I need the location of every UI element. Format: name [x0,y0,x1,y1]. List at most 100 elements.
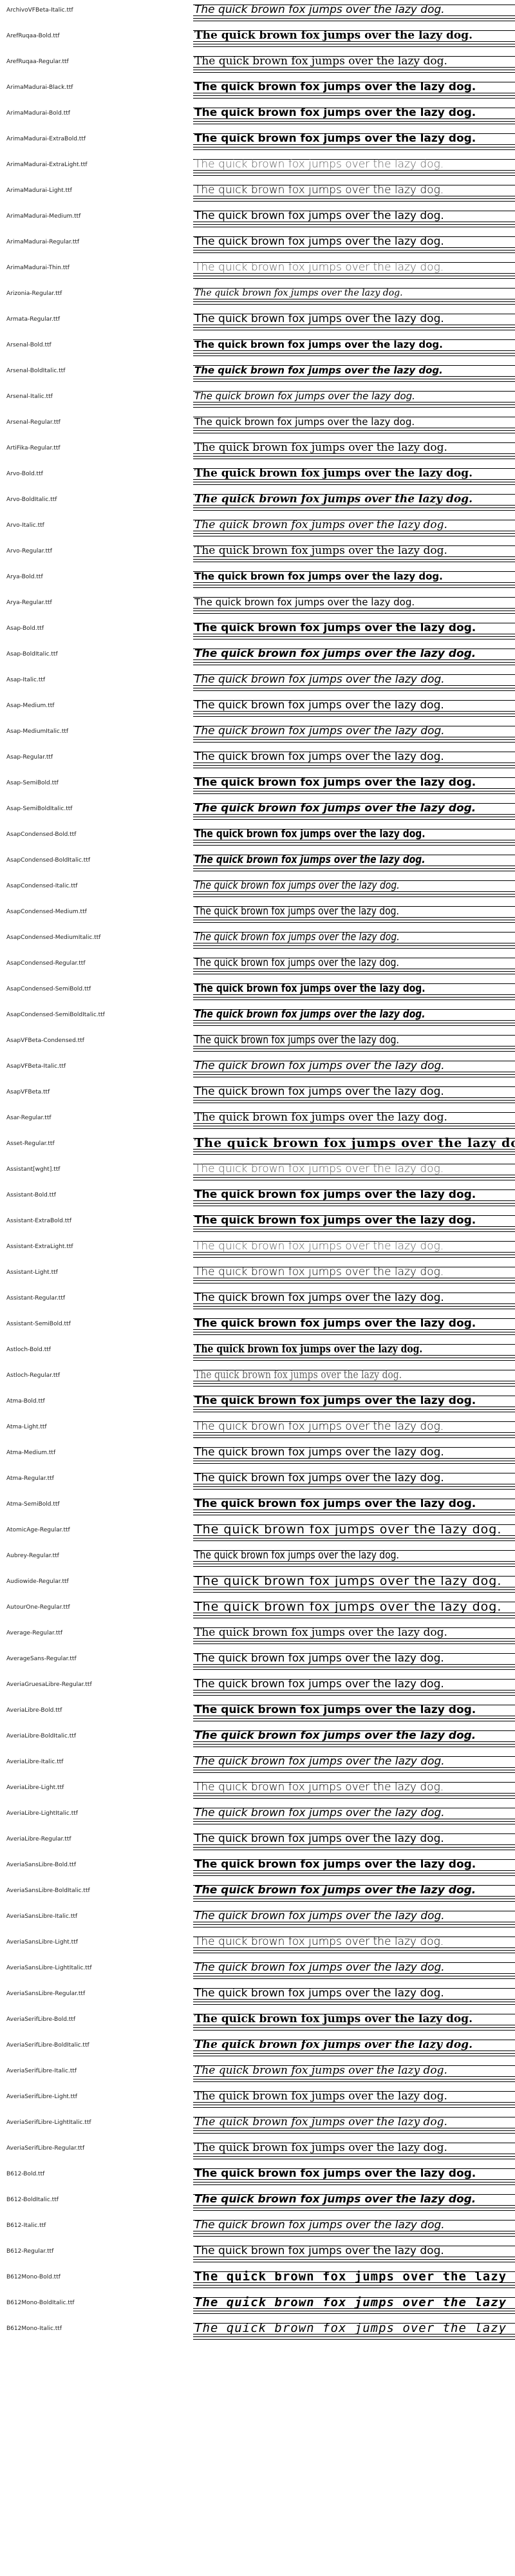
font-sample: The quick brown fox jumps over the lazy … [193,956,515,975]
font-row: Arya-Bold.ttf The quick brown fox jumps o… [0,568,515,594]
font-file-name: AtomicAge-Regular.ttf [6,1527,70,1533]
guide-line [193,2182,515,2183]
font-file-name: Arya-Bold.ttf [6,574,43,580]
guide-line [193,1692,515,1693]
font-row: AveriaSansLibre-BoldItalic.ttf The quick … [0,1882,515,1908]
font-row: B612Mono-Italic.ttf The quick brown fox j… [0,2320,515,2345]
font-row: B612-Italic.ttf The quick brown fox jumps… [0,2217,515,2242]
font-sample: The quick brown fox jumps over the lazy … [193,1368,515,1387]
guide-line [193,1615,515,1616]
font-file-name: Asap-BoldItalic.ttf [6,651,58,658]
font-sample: The quick brown fox jumps over the lazy … [193,1316,515,1336]
font-sample: The quick brown fox jumps over the lazy … [193,569,515,589]
guide-line [193,175,515,176]
font-file-name: B612-BoldItalic.ttf [6,2197,59,2203]
sample-text: The quick brown fox jumps over the lazy … [194,2141,447,2154]
font-sample: The quick brown fox jumps over the lazy … [193,1574,515,1593]
guide-line [193,1334,515,1335]
font-file-name: Asset-Regular.ttf [6,1141,55,1147]
font-row: ArimaMadurai-Medium.ttf The quick brown f… [0,207,515,233]
sample-text: The quick brown fox jumps over the lazy … [194,3,445,16]
font-file-name: Atma-Medium.ttf [6,1450,56,1456]
guide-line [193,353,515,354]
font-sample: The quick brown fox jumps over the lazy … [193,2218,515,2237]
font-file-name: AveriaSerifLibre-BoldItalic.ttf [6,2042,89,2049]
font-row: ArimaMadurai-Bold.ttf The quick brown fox… [0,104,515,130]
guide-line [193,1154,515,1155]
font-row: Asap-Medium.ttf The quick brown fox jumps… [0,697,515,723]
font-row: AveriaGruesaLibre-Regular.ttf The quick b… [0,1676,515,1701]
sample-text: The quick brown fox jumps over the lazy … [194,365,443,376]
font-row: AveriaLibre-Light.ttf The quick brown fox… [0,1779,515,1804]
font-row: AveriaSansLibre-Italic.ttf The quick brow… [0,1908,515,1933]
font-row: AsapVFBeta-Italic.ttf The quick brown fox… [0,1057,515,1083]
guide-line [193,1074,515,1075]
font-row: Asap-Regular.ttf The quick brown fox jump… [0,748,515,774]
sample-text: The quick brown fox jumps over the lazy … [194,1317,476,1330]
font-row: ArimaMadurai-Light.ttf The quick brown fo… [0,182,515,207]
font-file-name: Arvo-Regular.ttf [6,548,52,554]
guide-line [193,2130,515,2131]
font-file-name: B612Mono-Italic.ttf [6,2325,62,2332]
guide-line [193,404,515,405]
font-sample: The quick brown fox jumps over the lazy … [193,183,515,202]
guide-line [193,1203,515,1204]
sample-text: The quick brown fox jumps over the lazy … [194,1987,444,2000]
font-sample: The quick brown fox jumps over the lazy … [193,337,515,357]
guide-line [193,1875,515,1876]
sample-text: The quick brown fox jumps over the lazy … [194,1858,476,1871]
font-row: B612Mono-Bold.ttf The quick brown fox jum… [0,2268,515,2294]
font-row: AveriaSerifLibre-Regular.ttf The quick br… [0,2139,515,2165]
guide-line [193,819,515,820]
font-file-name: AveriaSansLibre-Italic.ttf [6,1913,78,1920]
sample-text: The quick brown fox jumps over the lazy … [194,853,426,866]
sample-text: The quick brown fox jumps over the lazy … [194,750,444,763]
guide-line [193,636,515,637]
font-file-name: Arsenal-Bold.ttf [6,342,52,348]
font-sample: The quick brown fox jumps over the lazy … [193,1110,515,1130]
guide-line [193,430,515,431]
guide-line [193,999,515,1000]
sample-text: The quick brown fox jumps over the lazy … [194,647,476,660]
sample-text: The quick brown fox jumps over the lazy … [194,29,473,42]
font-sample: The quick brown fox jumps over the lazy … [193,1007,515,1027]
font-row: Atma-Medium.ttf The quick brown fox jumps… [0,1444,515,1470]
font-file-name: AsapVFBeta.ttf [6,1089,50,1095]
sample-text: The quick brown fox jumps over the lazy … [194,55,447,68]
font-sample: The quick brown fox jumps over the lazy … [193,1059,515,1078]
sample-text: The quick brown fox jumps over the lazy … [194,2116,447,2128]
font-sample: The quick brown fox jumps over the lazy … [193,1754,515,1774]
guide-line [193,1643,515,1644]
font-row: AsapCondensed-Bold.ttf The quick brown fo… [0,826,515,851]
guide-line [193,252,515,253]
sample-text: The quick brown fox jumps over the lazy … [194,956,399,969]
guide-line [193,2027,515,2028]
font-sample: The quick brown fox jumps over the lazy … [193,1162,515,1181]
font-file-name: AveriaSansLibre-Light.ttf [6,1939,78,1946]
sample-text: The quick brown fox jumps over the lazy … [194,1136,515,1150]
guide-line [193,533,515,534]
font-sample: The quick brown fox jumps over the lazy … [193,1651,515,1671]
sample-text: The quick brown fox jumps over the lazy … [194,905,399,918]
font-sample: The quick brown fox jumps over the lazy … [193,1497,515,1516]
sample-text: The quick brown fox jumps over the lazy … [194,390,415,402]
font-file-name: AsapCondensed-BoldItalic.ttf [6,857,91,864]
font-sample: The quick brown fox jumps over the lazy … [193,1188,515,1207]
font-file-name: B612-Bold.ttf [6,2171,45,2177]
guide-line [193,1463,515,1464]
font-row: Arya-Regular.ttf The quick brown fox jump… [0,594,515,620]
font-file-name: AveriaLibre-Regular.ttf [6,1836,71,1842]
guide-line [193,1257,515,1258]
guide-line [193,1489,515,1490]
font-file-name: ArimaMadurai-ExtraLight.ttf [6,162,88,168]
font-sample: The quick brown fox jumps over the lazy … [193,775,515,795]
font-sample: The quick brown fox jumps over the lazy … [193,2295,515,2315]
sample-text: The quick brown fox jumps over the lazy … [194,288,403,298]
font-file-name: Assistant-Regular.ttf [6,1295,66,1302]
font-row: Armata-Regular.ttf The quick brown fox ju… [0,310,515,336]
guide-line [193,224,515,225]
sample-text: The quick brown fox jumps over the lazy … [194,1935,444,1948]
font-sample: The quick brown fox jumps over the lazy … [193,621,515,640]
font-row: Arsenal-Italic.ttf The quick brown fox ju… [0,388,515,413]
sample-text: The quick brown fox jumps over the lazy … [194,1188,476,1201]
